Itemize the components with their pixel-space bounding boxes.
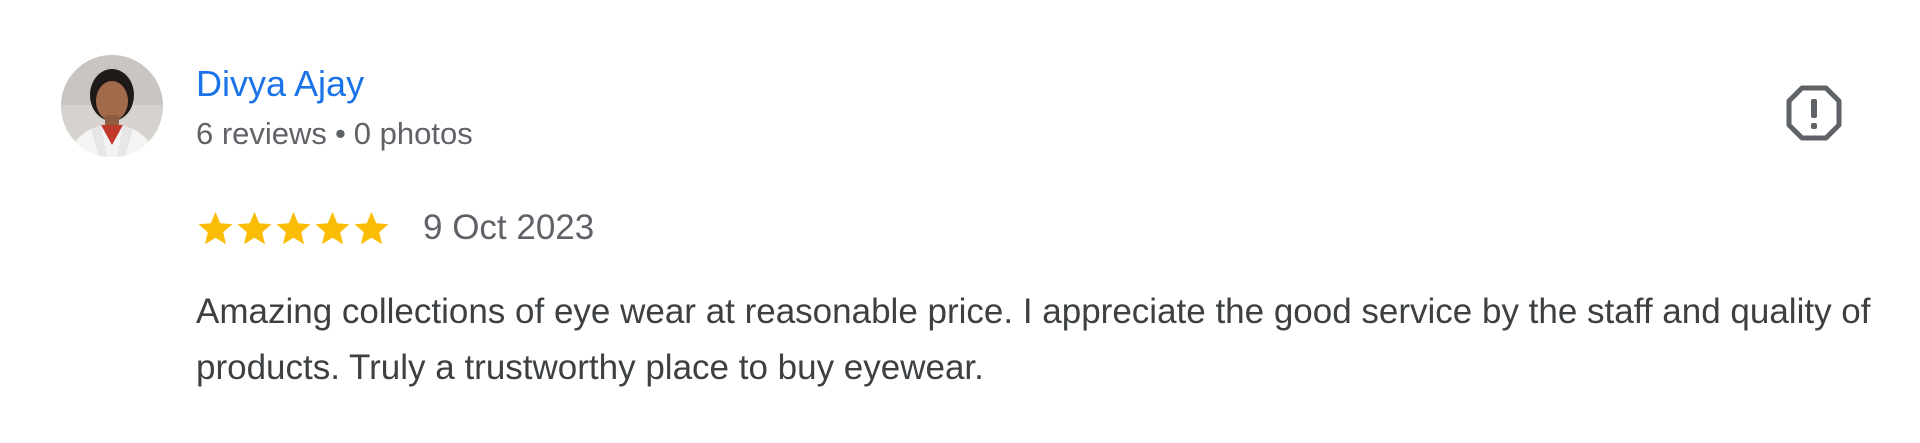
star-icon xyxy=(235,209,274,248)
rating-row: 9 Oct 2023 xyxy=(196,206,594,250)
star-icon xyxy=(352,209,391,248)
reviews-count: 6 reviews xyxy=(196,116,327,151)
star-icon xyxy=(196,209,235,248)
star-icon xyxy=(274,209,313,248)
author-meta: 6 reviews • 0 photos xyxy=(196,114,473,154)
photos-count: 0 photos xyxy=(353,116,473,151)
review-card: Divya Ajay 6 reviews • 0 photos 9 Oct 2023… xyxy=(0,0,1920,443)
report-review-button[interactable] xyxy=(1785,84,1843,142)
review-text: Amazing collections of eye wear at reaso… xyxy=(196,292,1871,387)
avatar-image xyxy=(61,55,163,157)
star-icon xyxy=(313,209,352,248)
author-avatar[interactable] xyxy=(61,55,163,157)
review-date: 9 Oct 2023 xyxy=(423,208,595,247)
star-rating xyxy=(196,209,391,248)
report-flag-icon xyxy=(1786,85,1842,141)
meta-separator: • xyxy=(334,116,346,151)
author-name[interactable]: Divya Ajay xyxy=(196,62,364,106)
